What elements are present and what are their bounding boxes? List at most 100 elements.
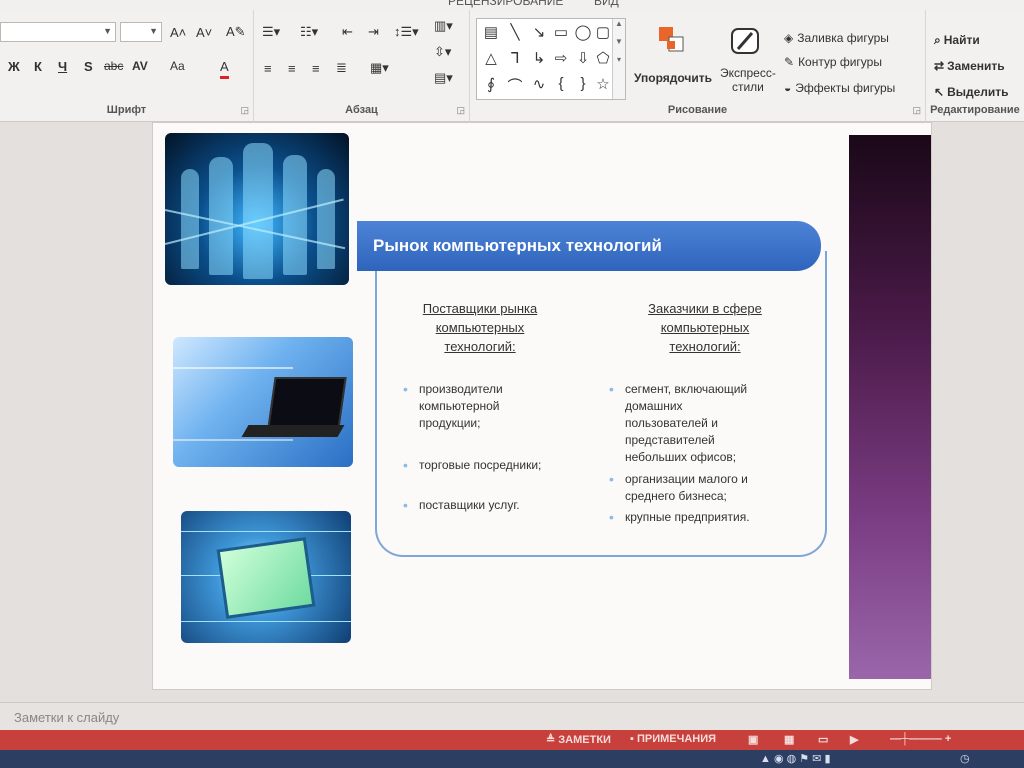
quick-styles-button[interactable]: Экспресс- стили (720, 66, 776, 94)
ribbon: ▼ ▼ A˄ A˅ A✎ Ж К Ч S abc AV Aa A Шрифт ◲… (0, 10, 1024, 122)
quick-styles-label-2: стили (731, 80, 764, 94)
bullet-line: сегмент, включающий (625, 382, 748, 396)
font-color-button[interactable]: A (220, 56, 229, 79)
elbow-arrow-shape-icon[interactable]: ↳ (529, 49, 549, 67)
drawing-group-label: Рисование (667, 104, 728, 116)
notes-pane[interactable]: Заметки к слайду (0, 702, 1024, 731)
line-shape-icon[interactable]: ╲ (505, 23, 525, 41)
increase-indent-icon[interactable]: ⇥ (368, 22, 379, 42)
figure-shape (181, 169, 199, 269)
dialog-launcher-icon[interactable]: ◲ (240, 105, 249, 116)
comments-toggle-button[interactable]: ▪ ПРИМЕЧАНИЯ (630, 733, 716, 745)
italic-button[interactable]: К (34, 56, 42, 76)
shape-fill-label: Заливка фигуры (797, 31, 889, 45)
shape-fill-button[interactable]: ◈ Заливка фигуры (784, 28, 889, 48)
decrease-indent-icon[interactable]: ⇤ (342, 22, 353, 42)
font-name-combo[interactable]: ▼ (0, 22, 116, 42)
slide-title-banner[interactable]: Рынок компьютерных технологий (357, 221, 821, 271)
pentagon-shape-icon[interactable]: ⬠ (593, 49, 613, 67)
slide[interactable]: Поставщики рынка компьютерных технологий… (152, 122, 932, 690)
clock[interactable]: ◷ (960, 752, 970, 765)
slide-sorter-icon[interactable]: ▦ (784, 733, 794, 746)
heading-line: Поставщики рынка (422, 301, 538, 316)
tray-icons[interactable]: ▲ ◉ ◍ ⚑ ✉ ▮ (760, 752, 831, 765)
down-arrow-shape-icon[interactable]: ⇩ (573, 49, 593, 67)
align-center-icon[interactable]: ≡ (288, 58, 296, 78)
effects-icon: ◒ (784, 81, 792, 95)
right-arrow-shape-icon[interactable]: ⇨ (551, 49, 571, 67)
font-group-label: Шрифт (106, 104, 147, 116)
comment-icon: ▪ (630, 733, 637, 745)
left-brace-shape-icon[interactable]: { (551, 75, 571, 92)
people-network-image[interactable] (165, 133, 349, 285)
align-right-icon[interactable]: ≡ (312, 58, 320, 78)
clear-format-button[interactable]: A✎ (226, 22, 246, 42)
replace-icon: ⇄ (934, 59, 945, 73)
connector-shape-icon[interactable]: ᒣ (505, 49, 525, 67)
ribbon-tabs: РЕЦЕНЗИРОВАНИЕ ВИД (0, 0, 1024, 10)
shrink-font-button[interactable]: A˅ (196, 22, 212, 42)
tab-view[interactable]: ВИД (594, 0, 619, 8)
laptop-image[interactable] (173, 337, 353, 467)
bullet-line: торговые посредники; (419, 458, 542, 472)
arrow-line-shape-icon[interactable]: ↘ (529, 23, 549, 41)
bullet-line: домашних (625, 399, 683, 413)
star-shape-icon[interactable]: ☆ (593, 75, 613, 93)
right-brace-shape-icon[interactable]: } (573, 75, 593, 92)
justify-icon[interactable]: ≣ (336, 58, 347, 78)
right-bullet-2: организации малого и среднего бизнеса; (609, 471, 748, 505)
zoom-slider[interactable]: —┼——— + (890, 733, 951, 745)
dialog-launcher-icon[interactable]: ◲ (912, 105, 921, 116)
slideshow-icon[interactable]: ▶ (850, 733, 858, 746)
font-size-combo[interactable]: ▼ (120, 22, 162, 42)
heading-line: технологий: (669, 339, 741, 354)
notes-toggle-button[interactable]: ≜ ЗАМЕТКИ (546, 733, 611, 746)
bullets-icon[interactable]: ☰▾ (262, 22, 280, 42)
align-text-icon[interactable]: ▤▾ (434, 68, 453, 88)
oval-shape-icon[interactable]: ◯ (573, 23, 593, 41)
line-spacing-icon[interactable]: ↕☰▾ (394, 22, 419, 42)
gallery-scroll[interactable]: ▲ ▼ ▾ (612, 19, 625, 99)
select-button[interactable]: ↖ Выделить (934, 82, 1009, 102)
dialog-launcher-icon[interactable]: ◲ (456, 105, 465, 116)
microchip-image[interactable] (181, 511, 351, 643)
arc-shape-icon[interactable]: ⌒ (505, 75, 525, 96)
align-left-icon[interactable]: ≡ (264, 58, 272, 78)
circuit-trace (181, 621, 351, 622)
paint-bucket-icon: ◈ (784, 31, 794, 45)
rectangle-shape-icon[interactable]: ▭ (551, 23, 571, 41)
shapes-gallery[interactable]: ▤ ╲ ↘ ▭ ◯ ▢ △ ᒣ ↳ ⇨ ⇩ ⬠ ∮ ⌒ ∿ { } ☆ ▲ ▼ ▾ (476, 18, 626, 100)
find-button[interactable]: ⌕ Найти (934, 30, 980, 50)
bullet-line: производители (419, 382, 503, 396)
char-spacing-button[interactable]: AV (132, 56, 148, 76)
shape-effects-label: Эффекты фигуры (795, 81, 896, 95)
content-box[interactable]: Поставщики рынка компьютерных технологий… (375, 251, 827, 557)
heading-line: компьютерных (660, 320, 750, 335)
freeform-shape-icon[interactable]: ∮ (481, 75, 501, 93)
reading-view-icon[interactable]: ▭ (818, 733, 828, 746)
columns-icon[interactable]: ▥▾ (434, 16, 453, 36)
arrange-button[interactable]: Упорядочить (634, 68, 712, 88)
numbering-icon[interactable]: ☷▾ (300, 22, 318, 42)
bold-button[interactable]: Ж (8, 56, 20, 76)
strikethrough-button[interactable]: abc (104, 56, 123, 76)
text-direction-icon[interactable]: ⇳▾ (434, 42, 451, 62)
figure-shape (283, 155, 307, 275)
columns-split-icon[interactable]: ▦▾ (370, 58, 389, 78)
tab-review[interactable]: РЕЦЕНЗИРОВАНИЕ (448, 0, 563, 8)
rounded-rect-shape-icon[interactable]: ▢ (593, 23, 613, 41)
change-case-button[interactable]: Aa (170, 56, 185, 76)
bullet-line: организации малого и (625, 472, 748, 486)
status-bar: ≜ ЗАМЕТКИ ▪ ПРИМЕЧАНИЯ ▣ ▦ ▭ ▶ —┼——— + (0, 730, 1024, 750)
text-shadow-button[interactable]: S (84, 56, 93, 76)
triangle-shape-icon[interactable]: △ (481, 49, 501, 67)
normal-view-icon[interactable]: ▣ (748, 733, 758, 746)
textbox-shape-icon[interactable]: ▤ (481, 23, 501, 41)
grow-font-button[interactable]: A˄ (170, 22, 186, 42)
shape-outline-button[interactable]: ✎ Контур фигуры (784, 52, 882, 72)
slide-canvas[interactable]: Поставщики рынка компьютерных технологий… (0, 122, 1024, 702)
replace-button[interactable]: ⇄ Заменить (934, 56, 1005, 76)
shape-effects-button[interactable]: ◒ Эффекты фигуры (784, 78, 895, 98)
underline-button[interactable]: Ч (58, 56, 67, 76)
curve-shape-icon[interactable]: ∿ (529, 75, 549, 93)
